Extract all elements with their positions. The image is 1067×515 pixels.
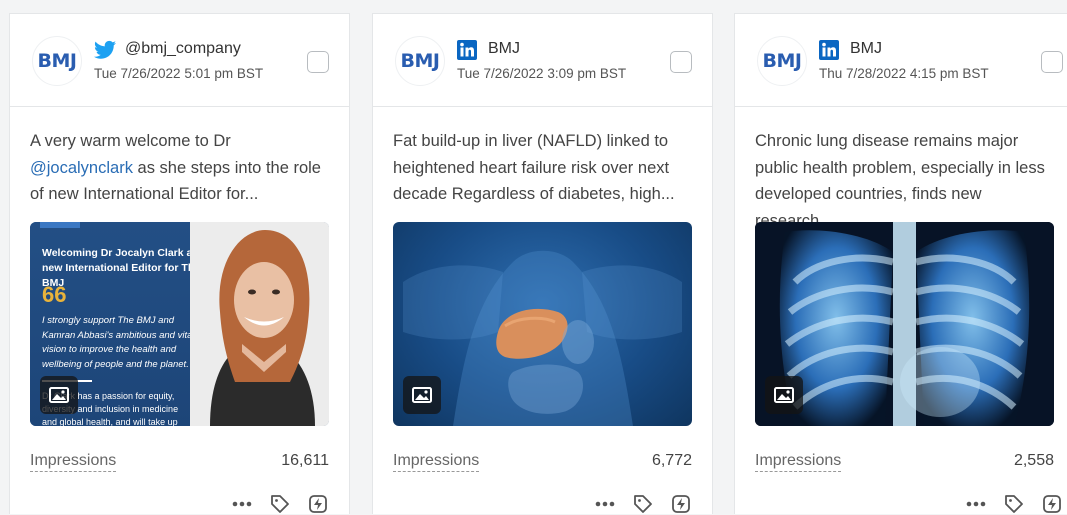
post-text: Fat build-up in liver (NAFLD) linked to … (393, 132, 675, 203)
tag-icon[interactable] (269, 493, 291, 515)
image-icon (40, 376, 78, 414)
twitter-icon (94, 40, 116, 60)
card-actions (594, 493, 692, 515)
linkedin-icon (819, 40, 841, 60)
card-header: BMJ @bmj_company Tue 7/26/2022 5:01 pm B… (10, 14, 349, 107)
impressions-value: 6,772 (651, 452, 692, 469)
tag-icon[interactable] (1003, 493, 1025, 515)
boost-icon[interactable] (307, 493, 329, 515)
post-image[interactable] (393, 222, 692, 426)
post-text: Chronic lung disease remains major publi… (755, 132, 1045, 230)
top-strip (0, 0, 1067, 12)
card-header: BMJ BMJ Tue 7/26/2022 3:09 pm BST (373, 14, 712, 107)
linkedin-icon (457, 40, 479, 60)
graphic-quote: I strongly support The BMJ and Kamran Ab… (42, 315, 195, 370)
post-date: Thu 7/28/2022 4:15 pm BST (819, 66, 989, 81)
post-image[interactable]: Welcoming Dr Jocalyn Clark as new Intern… (30, 222, 329, 426)
post-card[interactable]: BMJ BMJ Tue 7/26/2022 3:09 pm BST Fat bu… (372, 13, 713, 514)
impressions-row: Impressions 16,611 (30, 452, 329, 476)
post-card[interactable]: BMJ @bmj_company Tue 7/26/2022 5:01 pm B… (9, 13, 350, 514)
graphic-headline: Welcoming Dr Jocalyn Clark as new Intern… (42, 247, 201, 289)
tag-icon[interactable] (632, 493, 654, 515)
select-checkbox[interactable] (1041, 51, 1063, 73)
mention-link[interactable]: @jocalynclark (30, 159, 133, 177)
card-actions (231, 493, 329, 515)
card-actions (965, 493, 1063, 515)
account-handle[interactable]: BMJ (850, 40, 882, 58)
post-card[interactable]: BMJ BMJ Thu 7/28/2022 4:15 pm BST Chroni… (734, 13, 1067, 514)
avatar: BMJ (395, 36, 445, 86)
card-header: BMJ BMJ Thu 7/28/2022 4:15 pm BST (735, 14, 1067, 107)
image-icon (403, 376, 441, 414)
impressions-label[interactable]: Impressions (755, 452, 842, 472)
avatar: BMJ (757, 36, 807, 86)
quote-mark: 66 (42, 282, 67, 307)
more-icon[interactable] (965, 493, 987, 515)
impressions-value: 2,558 (1013, 452, 1054, 469)
post-date: Tue 7/26/2022 5:01 pm BST (94, 66, 264, 81)
impressions-label[interactable]: Impressions (393, 452, 480, 472)
select-checkbox[interactable] (307, 51, 329, 73)
more-icon[interactable] (231, 493, 253, 515)
post-text: A very warm welcome to Dr @jocalynclark … (30, 132, 321, 203)
impressions-row: Impressions 6,772 (393, 452, 692, 476)
avatar: BMJ (32, 36, 82, 86)
impressions-value: 16,611 (281, 452, 329, 469)
select-checkbox[interactable] (670, 51, 692, 73)
account-handle[interactable]: BMJ (488, 40, 520, 58)
more-icon[interactable] (594, 493, 616, 515)
impressions-label[interactable]: Impressions (30, 452, 117, 472)
account-handle[interactable]: @bmj_company (125, 40, 241, 58)
boost-icon[interactable] (1041, 493, 1063, 515)
impressions-row: Impressions 2,558 (755, 452, 1054, 476)
post-image[interactable] (755, 222, 1054, 426)
image-icon (765, 376, 803, 414)
graphic-tab (40, 222, 80, 228)
portrait-photo (190, 222, 329, 426)
boost-icon[interactable] (670, 493, 692, 515)
post-date: Tue 7/26/2022 3:09 pm BST (457, 66, 627, 81)
